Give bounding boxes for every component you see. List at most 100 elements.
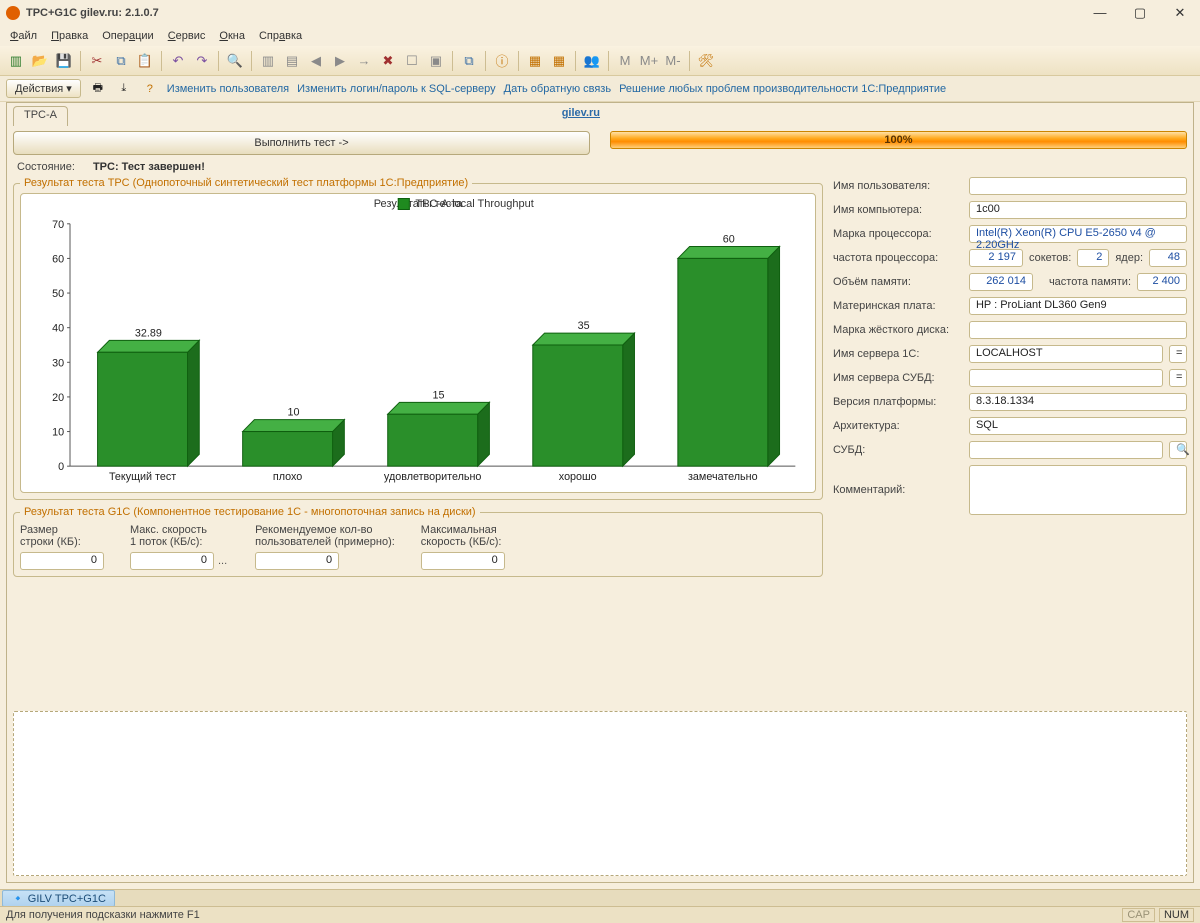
g1c-value: 0 <box>20 552 104 570</box>
arrow-right-icon[interactable]: → <box>354 51 374 71</box>
progress-bar: 100% <box>610 131 1187 149</box>
cut-icon[interactable]: ✂ <box>87 51 107 71</box>
mplus-icon[interactable]: M+ <box>639 51 659 71</box>
dbms-field[interactable] <box>969 441 1163 459</box>
hdd-label: Марка жёсткого диска: <box>833 324 963 336</box>
mb-label: Материнская плата: <box>833 300 963 312</box>
new-icon[interactable]: ▥ <box>6 51 26 71</box>
srv1c-field[interactable]: LOCALHOST <box>969 345 1163 363</box>
ellipsis-button[interactable]: ... <box>216 555 229 567</box>
g1c-value: 0 <box>255 552 339 570</box>
m-icon[interactable]: M <box>615 51 635 71</box>
menu-operations[interactable]: Операции <box>96 28 159 44</box>
go-next-icon[interactable]: ▶ <box>330 51 350 71</box>
sockets-field: 2 <box>1077 249 1109 267</box>
print-icon[interactable]: 🖶 <box>89 80 107 98</box>
srv1c-label: Имя сервера 1С: <box>833 348 963 360</box>
svg-text:удовлетворительно: удовлетворительно <box>384 471 482 483</box>
save-icon[interactable]: 💾 <box>54 51 74 71</box>
link-change-user[interactable]: Изменить пользователя <box>167 83 289 95</box>
users-icon[interactable]: 👥 <box>582 51 602 71</box>
undo-icon[interactable]: ↶ <box>168 51 188 71</box>
delete-icon[interactable]: ✖ <box>378 51 398 71</box>
statusbar-hint: Для получения подсказки нажмите F1 <box>6 909 200 921</box>
menu-service[interactable]: Сервис <box>162 28 212 44</box>
go-prev-icon[interactable]: ◀ <box>306 51 326 71</box>
find-icon[interactable]: 🔍 <box>225 51 245 71</box>
ram-freq-label: частота памяти: <box>1049 276 1131 288</box>
output-panel <box>13 711 1187 876</box>
copy2-icon[interactable]: ⧉ <box>459 51 479 71</box>
site-link[interactable]: gilev.ru <box>562 107 600 119</box>
cpu-freq-field: 2 197 <box>969 249 1023 267</box>
close-button[interactable]: ✕ <box>1160 1 1200 25</box>
comment-label: Комментарий: <box>833 484 963 496</box>
link-change-login[interactable]: Изменить логин/пароль к SQL-серверу <box>297 83 496 95</box>
settings-icon[interactable]: 🛠 <box>696 51 716 71</box>
open-icon[interactable]: 📂 <box>30 51 50 71</box>
sockets-label: сокетов: <box>1029 252 1071 264</box>
svg-text:0: 0 <box>58 461 64 473</box>
mb-field: HP : ProLiant DL360 Gen9 <box>969 297 1187 315</box>
g1c-group: Результат теста G1C (Компонентное тестир… <box>13 506 823 577</box>
help2-icon[interactable]: ? <box>141 80 159 98</box>
plat-field: 8.3.18.1334 <box>969 393 1187 411</box>
window-title: TPC+G1C gilev.ru: 2.1.0.7 <box>26 0 159 26</box>
svg-text:50: 50 <box>52 288 64 300</box>
srvdb-label: Имя сервера СУБД: <box>833 372 963 384</box>
disabled4-icon: ▣ <box>426 51 446 71</box>
task-button[interactable]: 🔹 GILV TPC+G1C <box>2 890 115 907</box>
link-feedback[interactable]: Дать обратную связь <box>504 83 611 95</box>
actions-dropdown[interactable]: Действия ▾ <box>6 79 81 98</box>
comment-field[interactable] <box>969 465 1187 515</box>
status-value: TPC: Тест завершен! <box>93 161 205 173</box>
svg-text:35: 35 <box>578 320 590 332</box>
link-solutions[interactable]: Решение любых проблем производительности… <box>619 83 946 95</box>
g1c-header: Размер строки (КБ): <box>20 524 104 550</box>
svg-text:хорошо: хорошо <box>559 471 597 483</box>
cpu-freq-label: частота процессора: <box>833 252 963 264</box>
g1c-legend: Результат теста G1C (Компонентное тестир… <box>20 506 480 518</box>
svg-text:плохо: плохо <box>273 471 302 483</box>
svg-text:10: 10 <box>52 426 64 438</box>
srvdb-eq-button[interactable]: = <box>1169 369 1187 387</box>
copy-icon[interactable]: ⧉ <box>111 51 131 71</box>
g1c-header: Максимальная скорость (КБ/с): <box>421 524 505 550</box>
minimize-button[interactable]: — <box>1080 1 1120 25</box>
maximize-button[interactable]: ▢ <box>1120 1 1160 25</box>
menu-help[interactable]: Справка <box>253 28 308 44</box>
menu-file[interactable]: Файл <box>4 28 43 44</box>
mminus-icon[interactable]: M- <box>663 51 683 71</box>
arch-field: SQL <box>969 417 1187 435</box>
menubar: Файл Правка Операции Сервис Окна Справка <box>0 26 1200 46</box>
cpu-field: Intel(R) Xeon(R) CPU E5-2650 v4 @ 2.20GH… <box>969 225 1187 243</box>
menu-windows[interactable]: Окна <box>213 28 251 44</box>
svg-text:32.89: 32.89 <box>135 327 162 339</box>
chart: Результаты теста TPC-A-local Throughput … <box>20 193 816 493</box>
srvdb-field[interactable] <box>969 369 1163 387</box>
help-icon[interactable]: ⓘ <box>492 51 512 71</box>
srv1c-eq-button[interactable]: = <box>1169 345 1187 363</box>
export-icon[interactable]: ⤓ <box>115 80 133 98</box>
g1c-value: 0 <box>421 552 505 570</box>
g1c-col-1: Макс. скорость 1 поток (КБ/с):0... <box>130 524 229 570</box>
tab-tpc-a[interactable]: TPC-A <box>13 106 68 126</box>
disabled1-icon: ▥ <box>258 51 278 71</box>
statusbar: Для получения подсказки нажмите F1 CAP N… <box>0 906 1200 923</box>
redo-icon[interactable]: ↷ <box>192 51 212 71</box>
calc-icon[interactable]: ▦ <box>525 51 545 71</box>
calendar-icon[interactable]: ▦ <box>549 51 569 71</box>
hdd-field <box>969 321 1187 339</box>
paste-icon[interactable]: 📋 <box>135 51 155 71</box>
svg-text:Текущий тест: Текущий тест <box>109 471 176 483</box>
g1c-value: 0 <box>130 552 214 570</box>
ram-field: 262 014 <box>969 273 1033 291</box>
disabled2-icon: ▤ <box>282 51 302 71</box>
run-test-button[interactable]: Выполнить тест -> <box>13 131 590 155</box>
info-panel: Имя пользователя: Имя компьютера: 1c00 М… <box>833 177 1187 515</box>
g1c-header: Рекомендуемое кол-во пользователей (прим… <box>255 524 395 550</box>
svg-text:15: 15 <box>433 389 445 401</box>
menu-edit[interactable]: Правка <box>45 28 94 44</box>
cpu-label: Марка процессора: <box>833 228 963 240</box>
dbms-search-button[interactable]: 🔍 <box>1169 441 1187 459</box>
